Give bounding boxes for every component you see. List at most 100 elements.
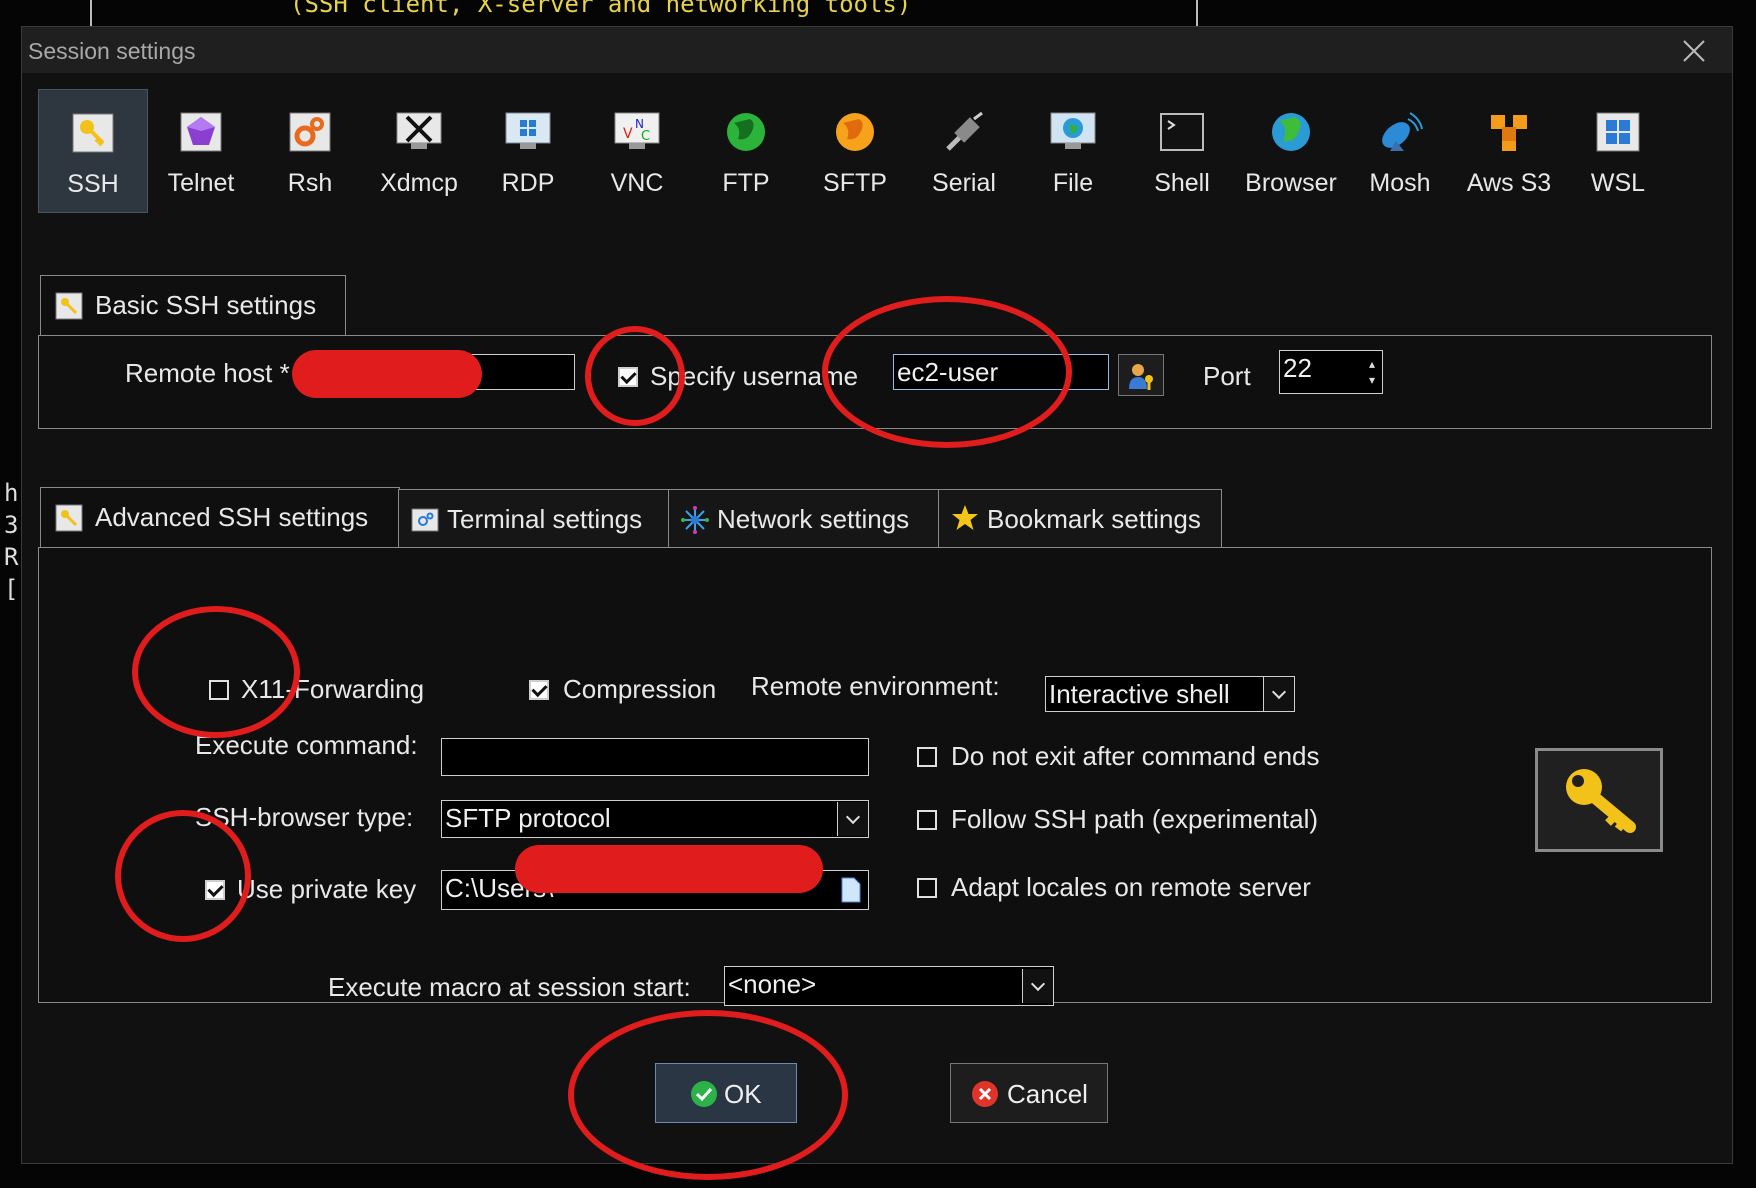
globe-icon [1272,113,1310,151]
gem-icon [180,112,222,152]
macro-value: <none> [728,969,817,999]
session-type-label: FTP [722,169,770,197]
tab-advanced-ssh-settings[interactable]: Advanced SSH settings [40,487,400,550]
session-type-label: File [1052,169,1094,197]
execute-command-input[interactable] [441,738,869,776]
ssh-browser-type-select[interactable]: SFTP protocol [441,800,869,838]
session-type-label: SFTP [823,169,887,197]
session-type-serial[interactable]: Serial [910,89,1018,211]
key-icon [55,504,83,532]
follow-ssh-path-checkbox[interactable] [917,810,937,830]
tab-label: Bookmark settings [987,504,1201,534]
x11-forwarding-checkbox[interactable] [209,680,229,700]
aws-cubes-icon [1491,115,1527,151]
check-circle-icon [691,1081,717,1107]
file-browse-icon[interactable] [840,877,862,903]
session-type-telnet[interactable]: Telnet [147,89,255,211]
remote-host-label: Remote host * [125,358,290,388]
user-key-icon [1129,364,1153,390]
use-private-key-checkbox[interactable] [205,880,225,900]
terminal-char: 3 [4,511,19,539]
tab-label: Network settings [717,504,910,534]
svg-text:V: V [623,126,633,142]
cancel-circle-icon [972,1081,998,1107]
user-manager-button[interactable] [1118,354,1164,396]
session-type-label: SSH [67,170,119,198]
network-star-icon [681,506,709,534]
session-type-label: Serial [932,169,996,197]
serial-plug-icon [946,111,983,151]
dialog-title: Session settings [28,38,196,64]
macro-select[interactable]: <none> [724,966,1054,1006]
close-button[interactable] [1674,31,1714,71]
specify-username-checkbox[interactable] [618,367,638,387]
ssh-browser-type-value: SFTP protocol [445,803,611,833]
chevron-down-icon [1263,677,1294,711]
username-input[interactable]: ec2-user [893,354,1109,390]
session-type-mosh[interactable]: Mosh [1346,89,1454,211]
session-type-vnc[interactable]: VNC VNC [583,89,691,211]
title-bar: Session settings [22,27,1732,73]
compression-checkbox[interactable] [529,680,549,700]
tab-network-settings[interactable]: Network settings [668,489,940,550]
gears-icon [289,112,331,152]
port-stepper-arrows[interactable]: ▴ ▾ [1365,356,1379,388]
session-type-label: Mosh [1369,169,1431,197]
session-type-browser[interactable]: Browser [1237,89,1345,211]
ok-button[interactable]: OK [655,1063,797,1123]
file-monitor-icon [1050,112,1096,149]
adapt-locales-checkbox[interactable] [917,878,937,898]
private-key-path-value: C:\Users\ [445,873,554,903]
terminal-char: R [4,543,19,571]
session-type-ssh[interactable]: SSH [38,89,148,213]
cancel-button[interactable]: Cancel [950,1063,1108,1123]
session-type-ftp[interactable]: FTP [692,89,800,211]
session-type-label: Rsh [287,169,333,197]
session-type-sftp[interactable]: SFTP [801,89,909,211]
windows-monitor-icon [505,112,551,149]
do-not-exit-checkbox[interactable] [917,747,937,767]
session-type-file[interactable]: File [1019,89,1127,211]
star-icon [952,505,978,530]
vnc-monitor-icon: VNC [614,112,660,149]
tab-bookmark-settings[interactable]: Bookmark settings [938,489,1222,550]
session-type-label: VNC [610,169,664,197]
tab-label: Terminal settings [447,504,643,534]
execute-macro-label: Execute macro at session start: [328,972,691,1002]
terminal-char: [ [4,575,19,603]
session-type-xdmcp[interactable]: Xdmcp [365,89,473,211]
cancel-label: Cancel [1007,1079,1088,1109]
session-type-rsh[interactable]: Rsh [256,89,364,211]
do-not-exit-label: Do not exit after command ends [951,741,1320,771]
session-type-shell[interactable]: Shell [1128,89,1236,211]
tab-terminal-settings[interactable]: Terminal settings [398,489,670,550]
key-manager-button[interactable] [1535,748,1663,852]
terminal-gear-icon [411,508,439,532]
execute-command-label: Execute command: [195,730,418,760]
session-type-aws-s3[interactable]: Aws S3 [1455,89,1563,211]
session-type-label: Browser [1245,169,1337,197]
terminal-caption: (SSH client, X-server and networking too… [290,0,912,18]
compression-label: Compression [563,674,717,704]
session-settings-dialog: Session settings SSH Telnet Rsh Xdmcp RD… [21,26,1733,1164]
session-type-label: Shell [1154,169,1210,197]
remote-host-input[interactable] [309,354,575,390]
session-type-rdp[interactable]: RDP [474,89,582,211]
remote-environment-select[interactable]: Interactive shell [1045,676,1295,712]
session-type-label: Aws S3 [1466,169,1552,197]
green-globe-icon [727,113,765,151]
ok-label: OK [724,1079,762,1109]
satellite-dish-icon [1382,112,1423,151]
golden-key-icon [1566,769,1636,833]
terminal-char: h [4,479,19,507]
private-key-path-input[interactable]: C:\Users\ [441,870,869,910]
basic-settings-group: Remote host * Specify username ec2-user … [38,335,1712,429]
session-type-label: Xdmcp [380,169,458,197]
session-type-label: WSL [1590,169,1646,197]
x11-forwarding-label: X11-Forwarding [241,674,425,704]
session-type-wsl[interactable]: WSL [1564,89,1672,211]
specify-username-label: Specify username [650,361,859,391]
tab-basic-ssh-settings: Basic SSH settings [40,275,346,338]
orange-globe-icon [836,113,874,151]
use-private-key-label: Use private key [237,874,417,904]
